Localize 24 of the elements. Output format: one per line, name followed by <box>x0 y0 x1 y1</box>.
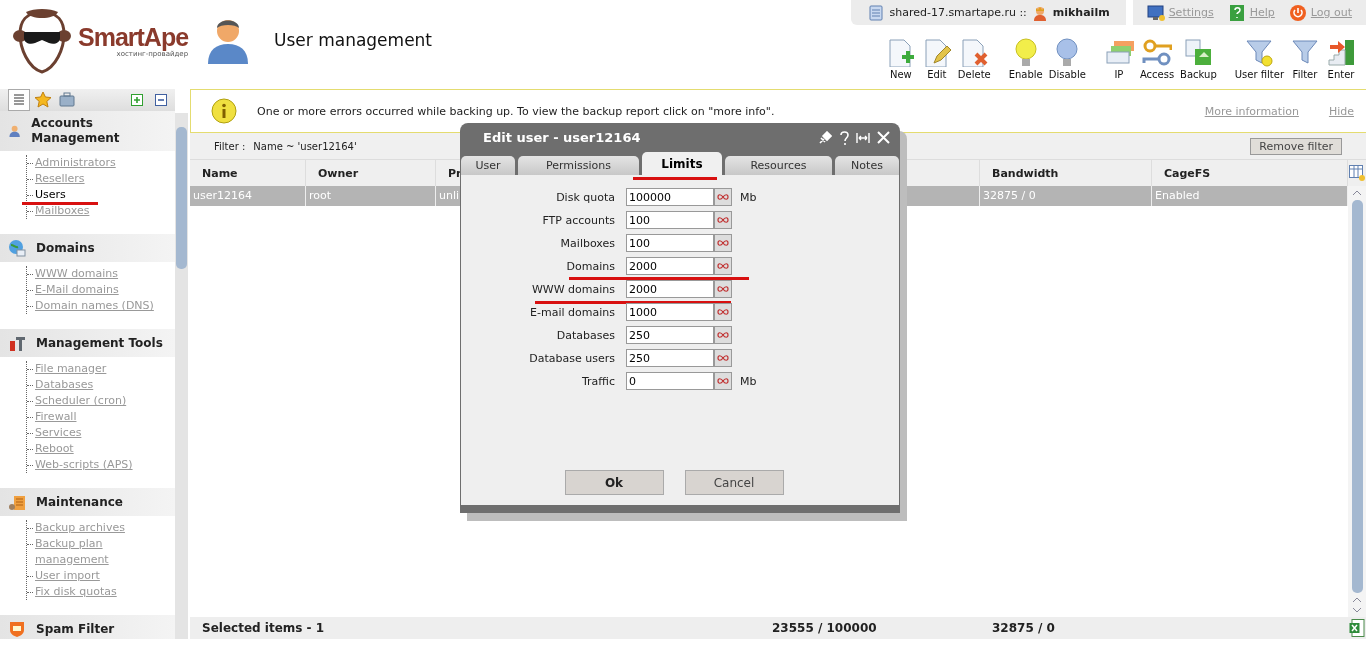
unit-label: Mb <box>740 190 757 204</box>
field-label: Traffic <box>580 374 615 388</box>
dialog-title: Edit user - user12164 <box>483 130 641 145</box>
server-name: shared-17.smartape.ru :: <box>889 6 1027 19</box>
field-label: Mailboxes <box>559 236 615 250</box>
field-label: Database users <box>528 351 615 365</box>
field-label: Databases <box>555 328 615 342</box>
user-name: mikhailm <box>1052 6 1110 19</box>
table-cell: user12164 <box>190 186 306 206</box>
brand-logo: SmartApe <box>78 23 189 50</box>
field-label: WWW domains <box>530 282 615 296</box>
field-label: E-mail domains <box>529 305 615 319</box>
table-cell: 32875 / 0 <box>980 186 1152 206</box>
page-title: User management <box>274 29 433 50</box>
summary-cell-text: Selected items - 1 <box>201 620 326 637</box>
summary-cell-text: 32875 / 0 <box>991 620 1056 637</box>
summary-cell-text: 23555 / 100000 <box>771 620 878 637</box>
filter-label: Filter : <box>214 140 246 152</box>
unit-label: Mb <box>740 374 757 388</box>
field-label: Domains <box>565 259 615 273</box>
field-label: FTP accounts <box>541 213 615 227</box>
filter-value: Name ~ 'user12164' <box>253 140 357 152</box>
table-cell: root <box>306 186 436 206</box>
alert-message: One or more errors occurred while backing up. To view the backup report click on "more info". <box>257 104 775 118</box>
